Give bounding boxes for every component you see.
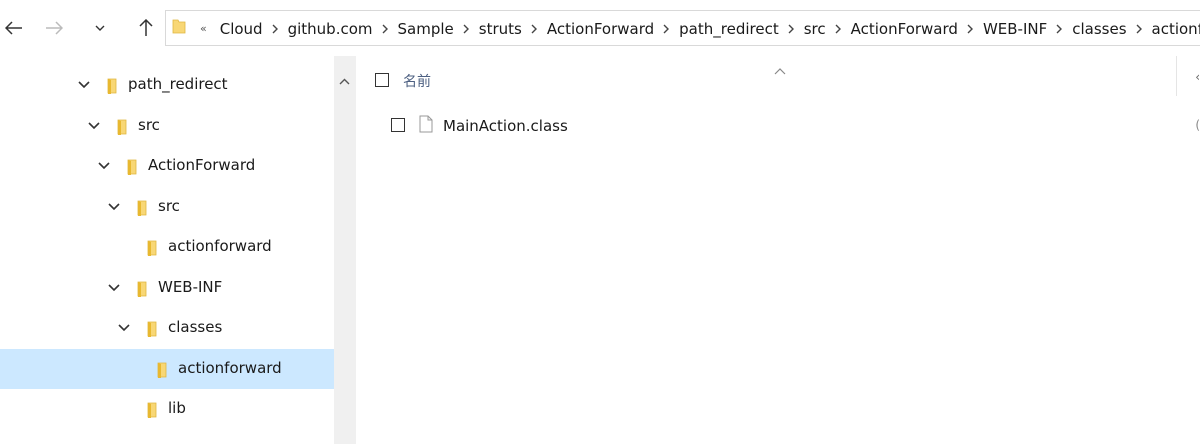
tree-item-label: lib — [168, 399, 186, 417]
breadcrumb: Cloud github.com Sample struts ActionForward… — [215, 19, 1200, 38]
column-divider[interactable] — [1176, 56, 1177, 96]
chevron-down-icon[interactable] — [97, 159, 111, 173]
tree-item[interactable]: src — [0, 187, 334, 227]
file-row[interactable]: MainAction.class — [356, 112, 1176, 140]
select-all-checkbox[interactable] — [375, 73, 389, 87]
folder-icon — [146, 321, 158, 341]
navigation-tree: path_redirectsrc ActionForward src actionfo… — [0, 56, 334, 444]
tree-item[interactable]: ActionForward — [0, 146, 334, 186]
chevron-right-icon[interactable] — [527, 24, 542, 34]
chevron-right-icon[interactable] — [1132, 24, 1147, 34]
tree-item-label: ActionForward — [148, 156, 256, 174]
tree-item[interactable]: lib — [0, 389, 334, 429]
folder-icon — [106, 78, 118, 98]
recent-locations-button[interactable] — [86, 14, 114, 42]
chevron-right-icon[interactable] — [1052, 24, 1067, 34]
tree-item[interactable]: WEB-INF — [0, 268, 334, 308]
chevron-down-icon[interactable] — [117, 321, 131, 335]
breadcrumb-item[interactable]: WEB-INF — [978, 20, 1052, 38]
back-button[interactable] — [0, 14, 28, 42]
breadcrumb-item[interactable]: Sample — [393, 20, 459, 38]
arrow-left-icon — [5, 21, 22, 35]
navigation-bar: « Cloud github.com Sample struts ActionForwa… — [0, 0, 1200, 56]
tree-item-label: path_redirect — [128, 75, 228, 93]
breadcrumb-item[interactable]: Cloud — [215, 20, 268, 38]
sort-ascending-icon — [774, 60, 786, 79]
folder-icon — [126, 159, 138, 179]
breadcrumb-item[interactable]: struts — [474, 20, 527, 38]
up-button[interactable] — [132, 14, 160, 42]
breadcrumb-item[interactable]: src — [799, 20, 831, 38]
chevron-down-icon — [95, 25, 105, 31]
breadcrumb-overflow-button[interactable]: « — [200, 22, 207, 35]
column-value-partial: ( — [1195, 118, 1200, 132]
tree-item[interactable]: actionforward — [0, 348, 334, 389]
chevron-down-icon[interactable] — [107, 200, 121, 214]
tree-item-label: src — [138, 115, 160, 134]
chevron-down-icon[interactable] — [107, 281, 121, 295]
tree-item-label: WEB-INF — [158, 277, 223, 296]
chevron-right-icon[interactable] — [378, 24, 393, 34]
breadcrumb-item[interactable]: ActionForward — [846, 20, 963, 38]
chevron-right-icon[interactable] — [963, 24, 978, 34]
tree-scrollbar[interactable] — [334, 56, 356, 444]
scroll-up-icon[interactable] — [339, 70, 350, 89]
chevron-right-icon[interactable] — [268, 24, 283, 34]
arrow-right-icon — [46, 21, 63, 35]
chevron-down-icon[interactable] — [87, 119, 101, 133]
tree-item[interactable]: classes — [0, 308, 334, 348]
breadcrumb-item[interactable]: github.com — [283, 20, 378, 38]
arrow-up-icon — [139, 19, 153, 36]
tree-item-label: src — [158, 196, 180, 215]
file-checkbox[interactable] — [391, 118, 405, 132]
tree-item-label: classes — [168, 318, 223, 336]
tree-item[interactable]: actionforward — [0, 227, 334, 267]
column-header-name[interactable]: 名前 — [403, 71, 431, 91]
chevron-right-icon[interactable] — [659, 24, 674, 34]
folder-icon — [156, 362, 168, 382]
breadcrumb-item[interactable]: actionforward — [1147, 20, 1200, 38]
tree-item-label: actionforward — [168, 237, 272, 255]
folder-icon — [172, 18, 186, 38]
chevron-right-icon[interactable] — [459, 24, 474, 34]
chevron-right-icon[interactable] — [831, 24, 846, 34]
chevron-down-icon[interactable] — [77, 78, 91, 92]
forward-button[interactable] — [40, 14, 68, 42]
folder-icon — [146, 240, 158, 260]
chevron-right-icon[interactable] — [784, 24, 799, 34]
file-icon — [419, 115, 433, 137]
tree-item[interactable]: path_redirect — [0, 65, 334, 105]
file-name: MainAction.class — [443, 117, 568, 135]
folder-icon — [136, 281, 148, 301]
breadcrumb-item[interactable]: ActionForward — [542, 20, 659, 38]
address-bar[interactable]: « Cloud github.com Sample struts ActionForwa… — [165, 10, 1200, 46]
breadcrumb-item[interactable]: path_redirect — [674, 20, 784, 38]
folder-icon — [136, 200, 148, 220]
folder-icon — [116, 119, 128, 139]
file-list: 名前 ‹ MainAction.class ( — [356, 56, 1200, 444]
tree-item-label: actionforward — [178, 358, 282, 377]
tree-item[interactable]: src — [0, 106, 334, 146]
column-header-partial: ‹ — [1195, 70, 1200, 84]
folder-icon — [146, 402, 158, 422]
breadcrumb-item[interactable]: classes — [1067, 20, 1131, 38]
